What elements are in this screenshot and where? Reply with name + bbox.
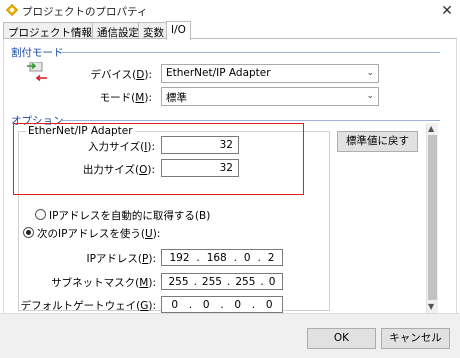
highlight-box <box>13 123 304 195</box>
radio-auto-ip[interactable] <box>35 209 46 220</box>
io-transfer-icon <box>27 62 47 82</box>
mode-select[interactable]: 標準 ⌄ <box>161 87 379 106</box>
output-size-field[interactable]: 32 <box>161 159 239 177</box>
input-size-field[interactable]: 32 <box>161 136 239 154</box>
radio-auto-ip-label: IPアドレスを自動的に取得する(B) <box>49 210 211 222</box>
app-icon <box>6 4 18 16</box>
device-select[interactable]: EtherNet/IP Adapter ⌄ <box>161 64 379 83</box>
input-size-label: 入力サイズ(I): <box>87 141 155 153</box>
title-bar: プロジェクトのプロパティ ✕ <box>0 0 460 22</box>
ip-address-label: IPアドレス(P): <box>86 253 156 265</box>
device-label: デバイス(D): <box>90 69 152 81</box>
tab-comm-settings[interactable]: 通信設定 <box>92 22 144 39</box>
gateway-field[interactable]: 0.0.0.0 <box>161 296 283 313</box>
close-icon[interactable]: ✕ <box>437 1 457 21</box>
cancel-button[interactable]: キャンセル <box>381 328 450 349</box>
output-size-label: 出力サイズ(O): <box>82 164 155 176</box>
tab-variables[interactable]: 変数 <box>138 22 169 39</box>
radio-manual-ip[interactable] <box>23 227 34 238</box>
scroll-up-icon[interactable]: ▲ <box>428 124 434 133</box>
section-divider <box>62 52 440 53</box>
subnet-mask-field[interactable]: 255. 255. 255. 0 <box>161 273 283 290</box>
section-divider <box>60 120 440 121</box>
gateway-label: デフォルトゲートウェイ(G): <box>20 300 156 312</box>
window-title: プロジェクトのプロパティ <box>22 6 148 18</box>
scrollbar-thumb[interactable] <box>428 135 437 300</box>
mode-label: モード(M): <box>99 92 152 104</box>
chevron-down-icon: ⌄ <box>366 68 374 78</box>
reset-defaults-button[interactable]: 標準値に戻す <box>337 131 418 152</box>
tab-project-info[interactable]: プロジェクト情報 <box>3 22 97 39</box>
section-assign-mode: 割付モード <box>11 47 64 59</box>
ok-button[interactable]: OK <box>307 328 376 349</box>
subnet-mask-label: サブネットマスク(M): <box>51 277 156 289</box>
tab-io[interactable]: I/O <box>166 21 191 40</box>
ip-address-field[interactable]: 192. 168. 0. 2 <box>161 249 283 266</box>
radio-manual-ip-label: 次のIPアドレスを使う(U): <box>37 228 161 240</box>
chevron-down-icon: ⌄ <box>366 91 374 101</box>
scroll-down-icon[interactable]: ▼ <box>428 302 434 311</box>
